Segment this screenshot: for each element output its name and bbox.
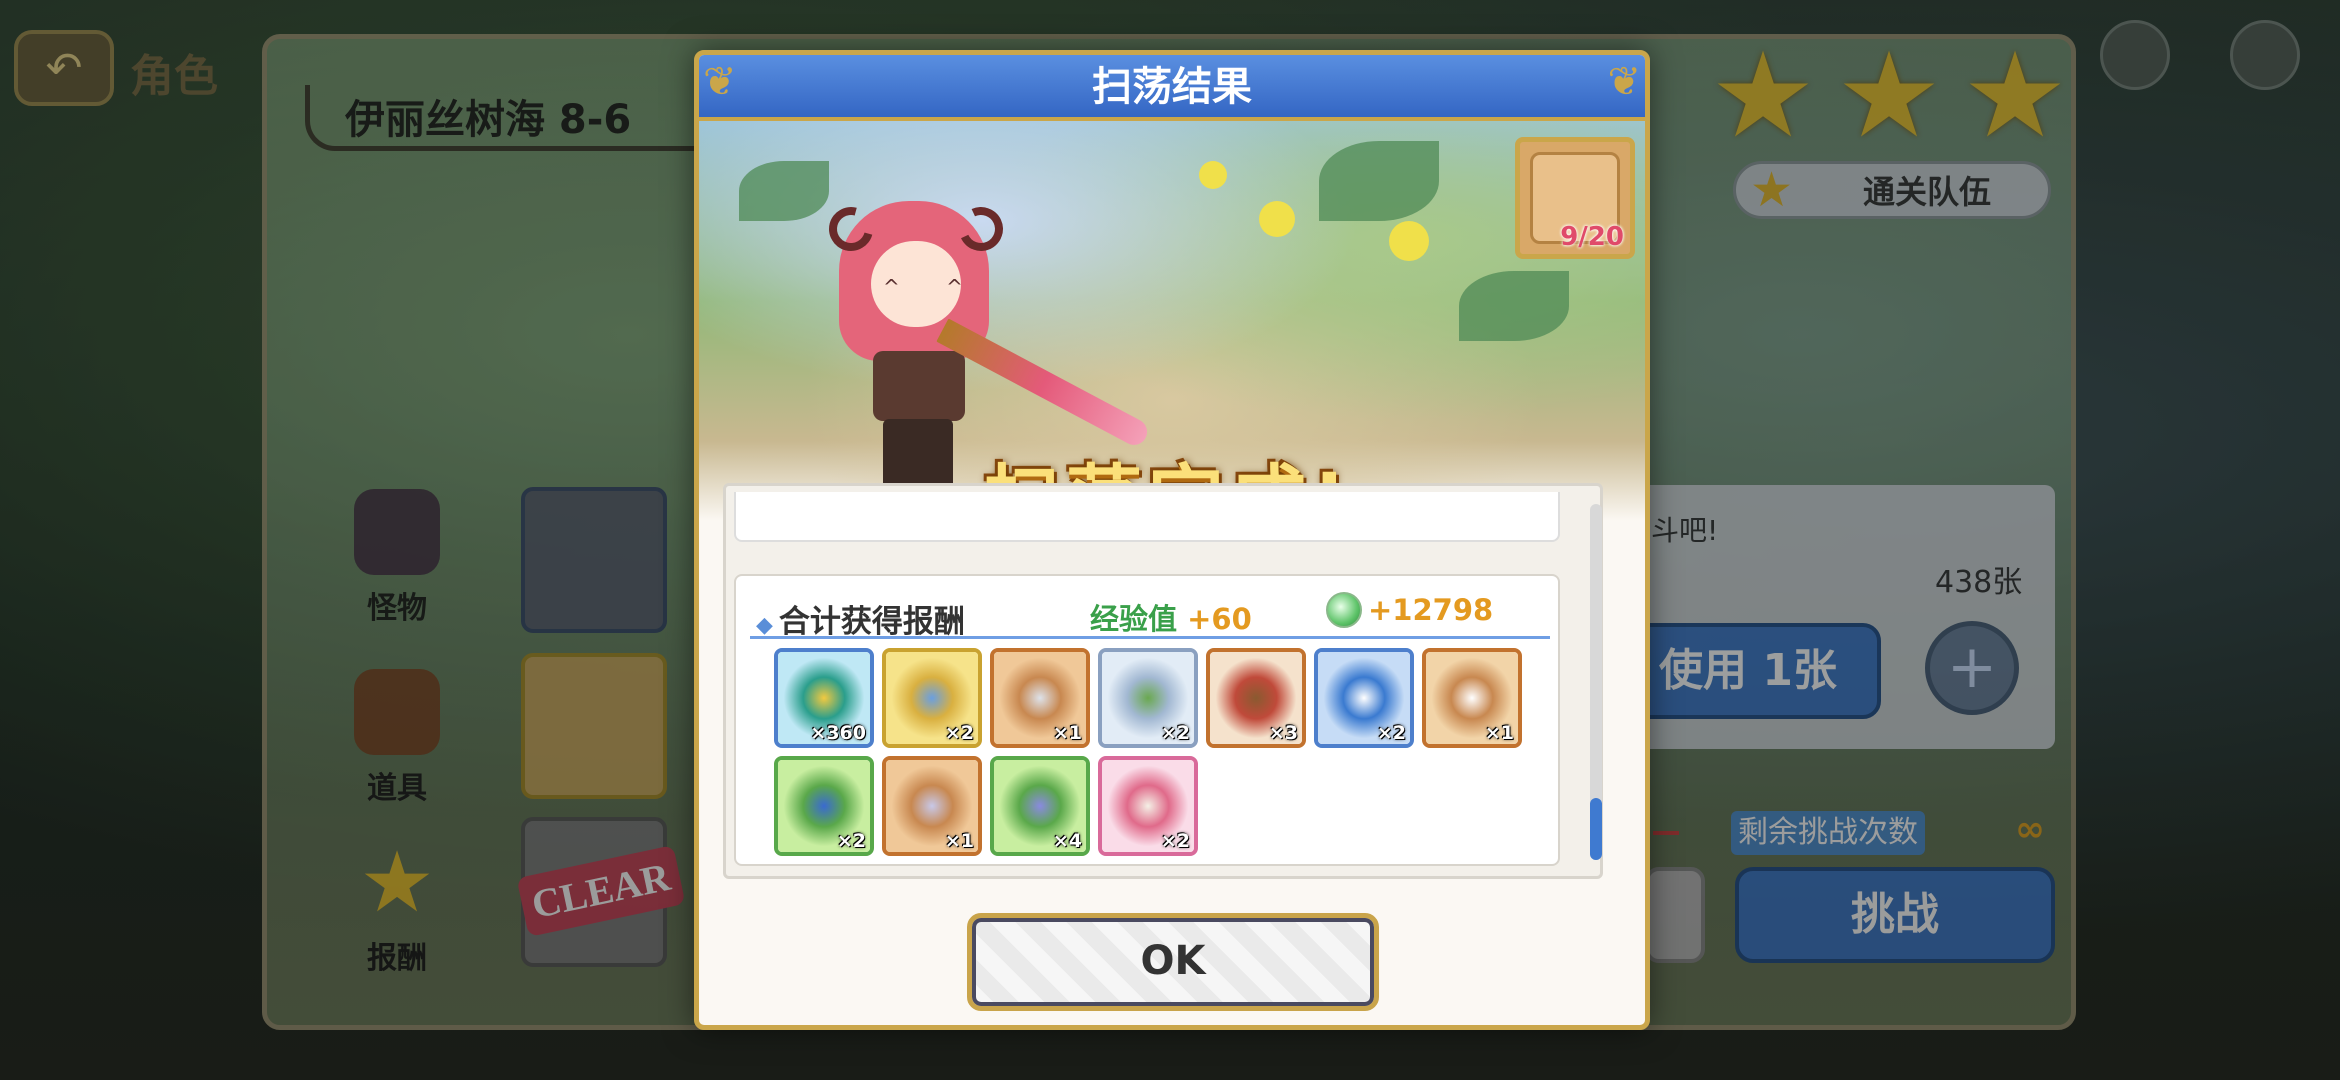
golden-feather-item[interactable]: ×2 <box>882 648 982 748</box>
ruby-staff-item[interactable]: ×3 <box>1206 648 1306 748</box>
ornament-icon: ❦ <box>703 59 737 105</box>
total-reward-heading: ◆ 合计获得报酬 <box>756 596 965 641</box>
item-quantity: ×2 <box>1376 722 1406 744</box>
exp-gain: 经验值 +60 <box>1090 596 1252 638</box>
silver-crest-item[interactable]: ×2 <box>1098 648 1198 748</box>
silver-band-fragment-item[interactable]: ×1 <box>882 756 982 856</box>
leaf-decoration <box>739 161 829 221</box>
exp-value: +60 <box>1187 602 1252 636</box>
flower-decoration <box>1259 201 1295 237</box>
game-screen: ↶ 角色 伊丽丝树海 8-6 怪物 道具 ★ 报酬 CLEAR ★ ★ ★ ★ … <box>0 0 2340 1080</box>
mana-gain: +12798 <box>1326 592 1493 628</box>
leaf-decoration <box>1319 141 1439 221</box>
flower-decoration <box>1389 221 1429 261</box>
item-quantity: ×360 <box>810 722 866 744</box>
item-quantity: ×4 <box>1052 830 1082 852</box>
total-reward-card: ◆ 合计获得报酬 经验值 +60 +12798 ×360 ×2 ×1 ×2 ×3 ×2 ×1 ×… <box>734 574 1560 866</box>
reward-divider <box>750 636 1550 639</box>
ok-button[interactable]: OK <box>967 913 1379 1011</box>
item-quantity: ×2 <box>1160 830 1190 852</box>
exp-label: 经验值 <box>1090 602 1178 636</box>
helmet-fragment-item[interactable]: ×1 <box>990 648 1090 748</box>
item-quantity: ×1 <box>1484 722 1514 744</box>
character-body <box>873 351 965 421</box>
elixir-flask-item[interactable]: ×4 <box>990 756 1090 856</box>
result-list[interactable]: ◆ 合计获得报酬 经验值 +60 +12798 ×360 ×2 ×1 ×2 ×3 ×2 ×1 ×… <box>723 483 1603 879</box>
sweep-result-dialog: 扫荡结果 ❦ ❦ ^ ^ 扫荡完成! 9/20 <box>694 50 1650 1030</box>
result-scrollbar[interactable] <box>1590 504 1602 860</box>
strawberry-cake-item[interactable]: ×2 <box>1098 756 1198 856</box>
flower-decoration <box>1199 161 1227 189</box>
total-reward-label: 合计获得报酬 <box>778 604 965 640</box>
memory-piece-badge[interactable]: 9/20 <box>1515 137 1635 259</box>
character-eyes: ^ ^ <box>883 275 983 299</box>
diamond-bullet-icon: ◆ <box>756 613 773 638</box>
pearl-ornament-item[interactable]: ×1 <box>1422 648 1522 748</box>
dialog-title: 扫荡结果 <box>699 55 1645 121</box>
mana-gem-icon <box>1326 592 1362 628</box>
item-quantity: ×2 <box>944 722 974 744</box>
result-banner: ^ ^ 扫荡完成! <box>699 121 1645 545</box>
item-quantity: ×1 <box>1052 722 1082 744</box>
blue-ticket-item[interactable]: ×2 <box>1314 648 1414 748</box>
scrollbar-thumb[interactable] <box>1590 798 1602 860</box>
item-quantity: ×2 <box>1160 722 1190 744</box>
item-quantity: ×2 <box>836 830 866 852</box>
item-quantity: ×1 <box>944 830 974 852</box>
leaf-decoration <box>1459 271 1569 341</box>
mana-value: +12798 <box>1368 593 1494 627</box>
item-quantity: ×3 <box>1268 722 1298 744</box>
green-pouch-item[interactable]: ×360 <box>774 648 874 748</box>
blue-potion-item[interactable]: ×2 <box>774 756 874 856</box>
previous-result-card <box>734 492 1560 542</box>
memory-piece-count: 9/20 <box>1560 222 1624 252</box>
ornament-icon: ❦ <box>1607 59 1641 105</box>
